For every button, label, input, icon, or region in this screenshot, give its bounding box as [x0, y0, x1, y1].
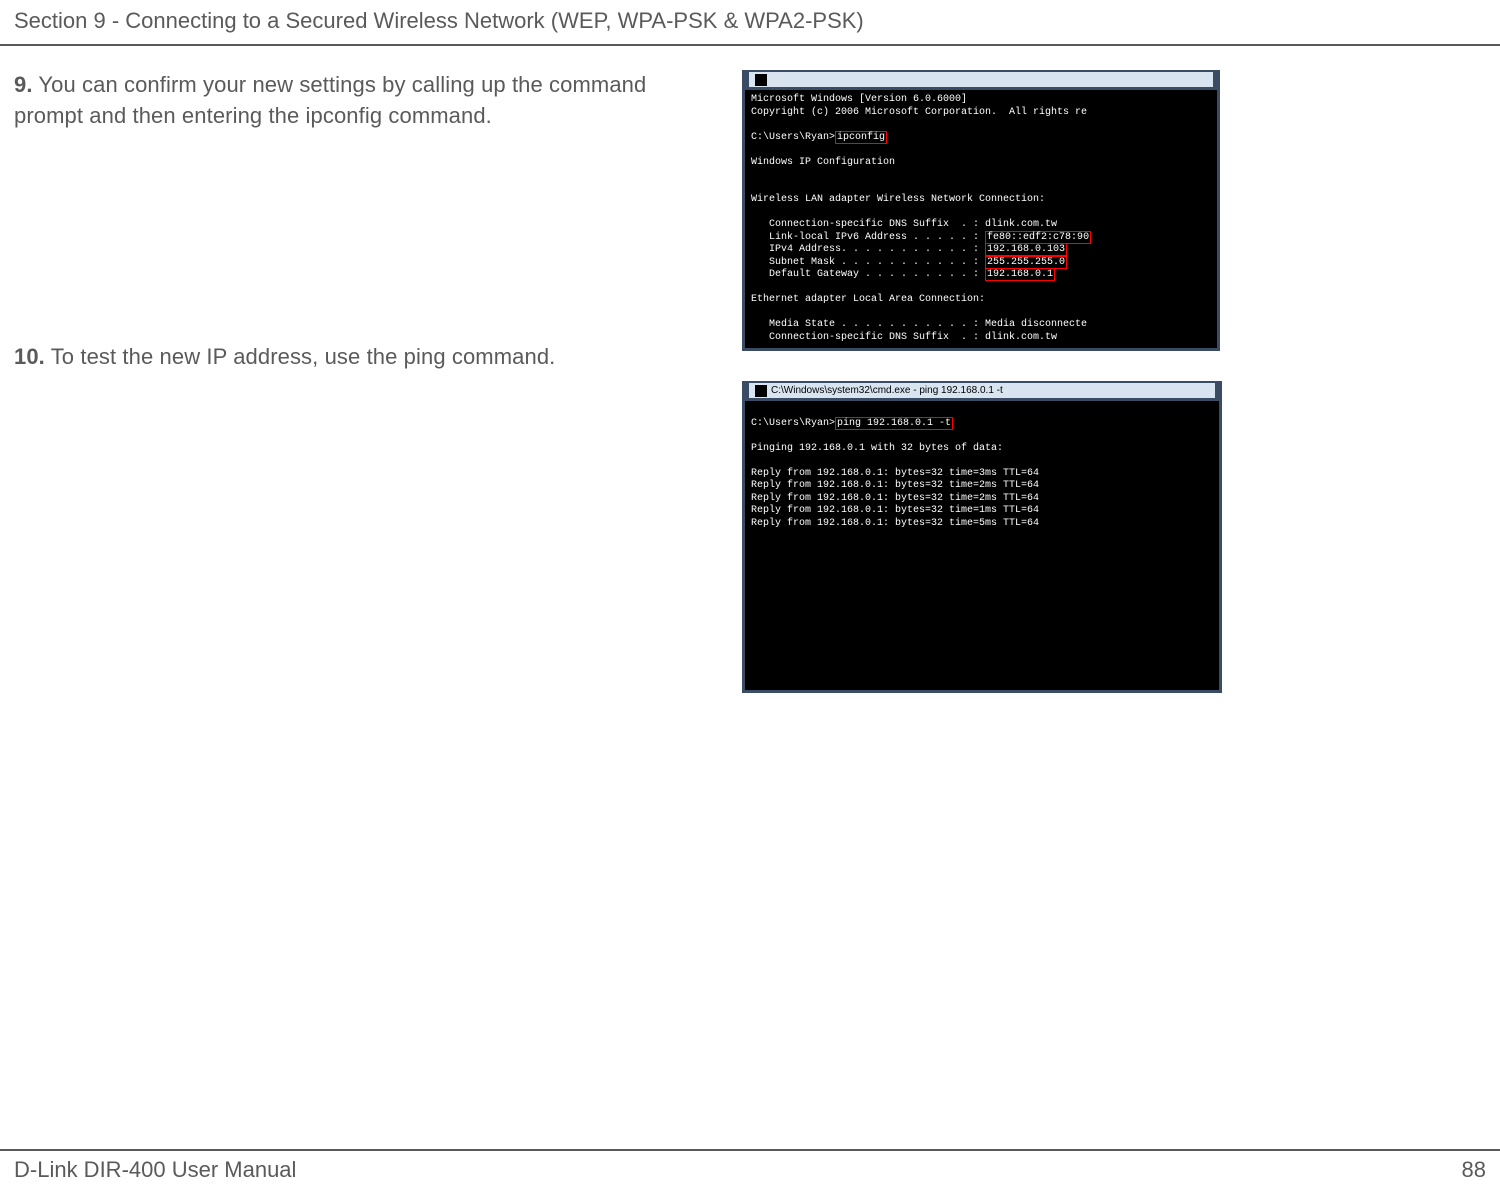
- cmd-icon: [755, 385, 767, 397]
- cmd-titlebar: C:\Windows\system32\cmd.exe - ping 192.1…: [749, 383, 1215, 398]
- step-9-text: You can confirm your new settings by cal…: [14, 72, 646, 128]
- highlight-gateway: 192.168.0.1: [985, 268, 1055, 281]
- cmd-line: Pinging 192.168.0.1 with 32 bytes of dat…: [751, 443, 1003, 454]
- cmd-line: Windows IP Configuration: [751, 157, 895, 168]
- footer-manual-title: D-Link DIR-400 User Manual: [14, 1157, 296, 1183]
- step-9: 9. You can confirm your new settings by …: [14, 70, 714, 132]
- cmd-line: Microsoft Windows [Version 6.0.6000]: [751, 94, 967, 105]
- cmd-line: Reply from 192.168.0.1: bytes=32 time=5m…: [751, 518, 1039, 529]
- highlight-ping: ping 192.168.0.1 -t: [835, 417, 953, 430]
- highlight-ipv4: 192.168.0.103: [985, 243, 1067, 256]
- section-header: Section 9 - Connecting to a Secured Wire…: [0, 0, 1500, 46]
- cmd-line: Reply from 192.168.0.1: bytes=32 time=2m…: [751, 480, 1039, 491]
- cmd-line: Reply from 192.168.0.1: bytes=32 time=3m…: [751, 468, 1039, 479]
- cmd-line: Tunnel adapter Local Area Connection* 6:: [751, 357, 991, 368]
- footer-page-number: 88: [1462, 1157, 1486, 1183]
- cmd-line: Media State . . . . . . . . . . . : Medi…: [751, 319, 1087, 330]
- section-title: Section 9 - Connecting to a Secured Wire…: [14, 8, 864, 33]
- step-10-number: 10.: [14, 344, 45, 369]
- cmd-titlebar: [749, 72, 1213, 87]
- cmd-line: C:\Users\Ryan>: [751, 132, 835, 143]
- cmd-line: Link-local IPv6 Address . . . . . :: [751, 232, 985, 243]
- page-content: 9. You can confirm your new settings by …: [0, 46, 1500, 747]
- cmd-line: Connection-specific DNS Suffix . : dlink…: [751, 219, 1057, 230]
- cmd-output-ipconfig: Microsoft Windows [Version 6.0.6000] Cop…: [745, 90, 1217, 411]
- step-9-number: 9.: [14, 72, 33, 97]
- cmd-line: Connection-specific DNS Suffix . : dlink…: [751, 332, 1057, 343]
- cmd-line: Wireless LAN adapter Wireless Network Co…: [751, 194, 1045, 205]
- highlight-ipconfig: ipconfig: [835, 131, 887, 144]
- cmd-line: IPv4 Address. . . . . . . . . . . :: [751, 244, 985, 255]
- highlight-subnet: 255.255.255.0: [985, 256, 1067, 269]
- cmd-line: Default Gateway . . . . . . . . . :: [751, 269, 985, 280]
- page-footer: D-Link DIR-400 User Manual 88: [0, 1149, 1500, 1193]
- highlight-ipv6: fe80::edf2:c78:90: [985, 231, 1091, 244]
- cmd-window-ping: C:\Windows\system32\cmd.exe - ping 192.1…: [742, 381, 1222, 693]
- cmd-output-ping: C:\Users\Ryan>ping 192.168.0.1 -t Pingin…: [745, 401, 1219, 534]
- step-10: 10. To test the new IP address, use the …: [14, 342, 714, 373]
- cmd-line: Ethernet adapter Local Area Connection:: [751, 294, 985, 305]
- cmd-title-text: C:\Windows\system32\cmd.exe - ping 192.1…: [771, 385, 1003, 396]
- step-10-text: To test the new IP address, use the ping…: [45, 344, 555, 369]
- cmd-line: C:\Users\Ryan>: [751, 418, 835, 429]
- cmd-line: Subnet Mask . . . . . . . . . . . :: [751, 257, 985, 268]
- cmd-window-ipconfig: Microsoft Windows [Version 6.0.6000] Cop…: [742, 70, 1220, 351]
- screenshots-column: Microsoft Windows [Version 6.0.6000] Cop…: [734, 70, 1486, 723]
- cmd-line: Reply from 192.168.0.1: bytes=32 time=2m…: [751, 493, 1039, 504]
- cmd-line: Reply from 192.168.0.1: bytes=32 time=1m…: [751, 505, 1039, 516]
- cmd-icon: [755, 74, 767, 86]
- cmd-line: Copyright (c) 2006 Microsoft Corporation…: [751, 107, 1087, 118]
- instructions-column: 9. You can confirm your new settings by …: [14, 70, 734, 723]
